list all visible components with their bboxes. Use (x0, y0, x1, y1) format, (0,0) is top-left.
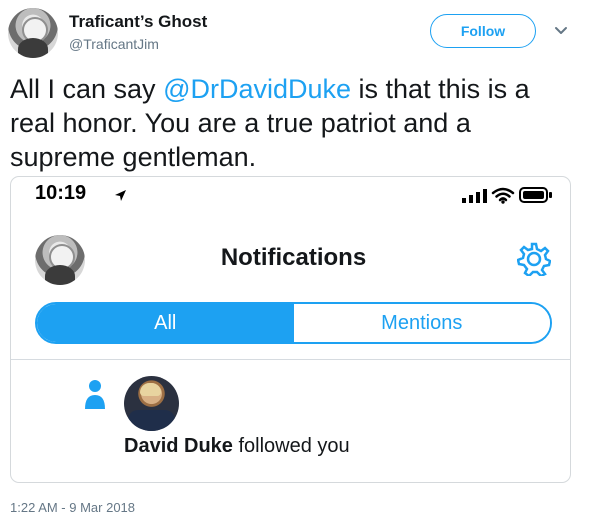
gear-icon[interactable] (517, 242, 551, 276)
screen-name[interactable]: @TraficantJim (69, 36, 159, 52)
notification-text: David Duke followed you (124, 435, 350, 458)
follower-avatar[interactable] (124, 376, 179, 431)
follower-name[interactable]: David Duke (124, 435, 233, 457)
tab-mentions[interactable]: Mentions (293, 304, 550, 342)
notification-action: followed you (232, 435, 350, 457)
location-arrow-icon (115, 190, 126, 201)
embedded-screenshot[interactable]: 10:19 Notifications All Mentions David D… (10, 176, 571, 483)
notifications-title: Notifications (220, 244, 367, 271)
person-icon (85, 380, 105, 409)
wifi-icon (491, 187, 515, 204)
follow-button[interactable]: Follow (430, 14, 536, 48)
chevron-down-icon[interactable] (553, 22, 569, 38)
tweet-text: All I can say @DrDavidDuke is that this … (10, 72, 570, 174)
tweet-header: Traficant’s Ghost @TraficantJim Follow (0, 0, 592, 62)
notifications-filter: All Mentions (35, 302, 552, 344)
tab-all[interactable]: All (37, 304, 294, 342)
mention-link[interactable]: @DrDavidDuke (163, 74, 351, 104)
display-name[interactable]: Traficant’s Ghost (69, 12, 207, 32)
avatar[interactable] (8, 8, 58, 58)
signal-icon (462, 189, 487, 203)
battery-icon (519, 187, 552, 203)
divider (11, 359, 570, 360)
tweet-text-before: All I can say (10, 74, 164, 104)
tweet-timestamp[interactable]: 1:22 AM - 9 Mar 2018 (10, 500, 135, 515)
status-time: 10:19 (35, 182, 87, 204)
